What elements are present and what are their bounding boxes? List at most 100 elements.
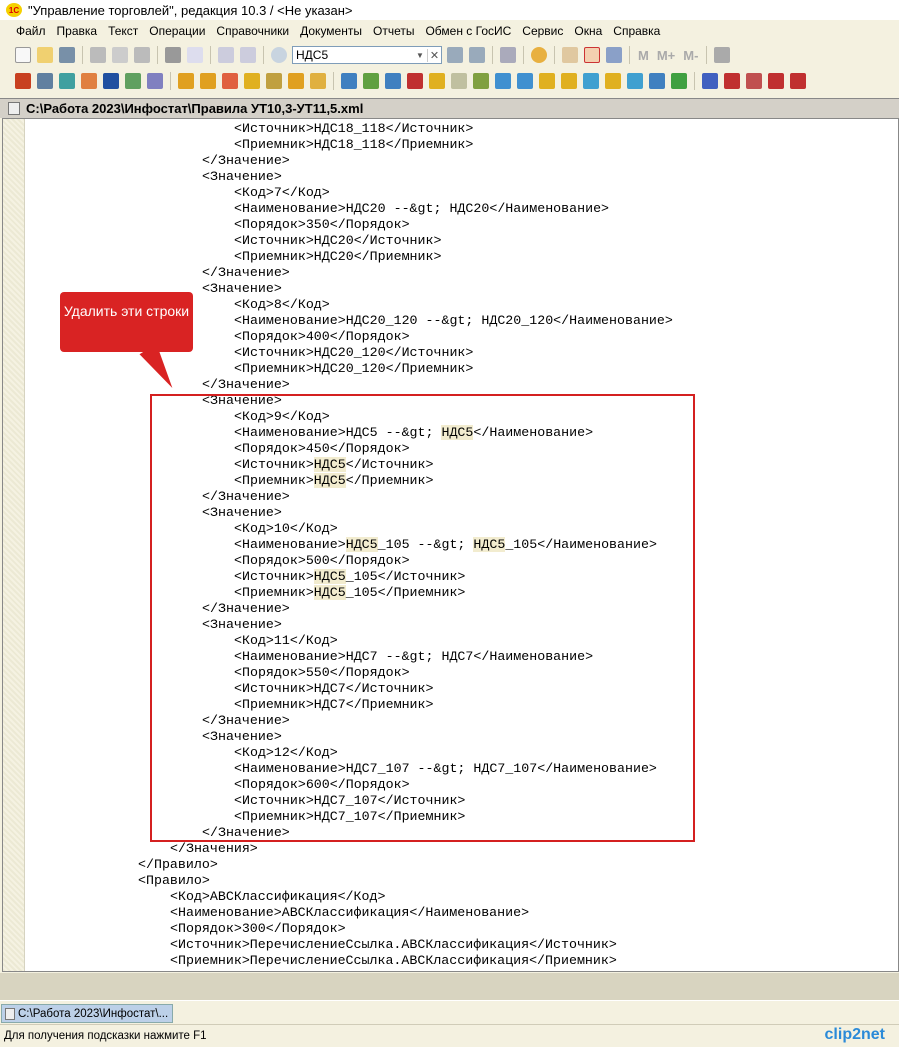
redo-icon[interactable] [240, 47, 256, 63]
menu-bar: Файл Правка Текст Операции Справочники Докуме… [0, 20, 899, 42]
toolbar-action-icon[interactable] [15, 73, 31, 89]
window-tab-label: C:\Работа 2023\Инфостат\... [18, 1007, 169, 1020]
toolbar-action-icon[interactable] [81, 73, 97, 89]
find-previous-icon[interactable] [469, 47, 485, 63]
toolbar-action-icon[interactable] [288, 73, 304, 89]
code-line: <Код>8</Код> [234, 297, 330, 313]
toolbar-action-icon[interactable] [583, 73, 599, 89]
open-folder-icon[interactable] [37, 47, 53, 63]
user-lock-icon[interactable] [606, 47, 622, 63]
memory-button[interactable]: M [638, 48, 649, 63]
find-next-icon[interactable] [447, 47, 463, 63]
toolbar-action-icon[interactable] [605, 73, 621, 89]
save-icon[interactable] [59, 47, 75, 63]
menu-item[interactable]: Сервис [522, 24, 563, 38]
code-line: </Значения> [170, 841, 258, 857]
toolbar-action-icon[interactable] [539, 73, 555, 89]
document-title: C:\Работа 2023\Инфостат\Правила УТ10,3-У… [26, 101, 364, 116]
paste-icon[interactable] [134, 47, 150, 63]
print-preview-icon[interactable] [187, 47, 203, 63]
memory-plus-button[interactable]: M+ [657, 48, 675, 63]
toolbar-action-icon[interactable] [724, 73, 740, 89]
text-editor[interactable]: <Источник>НДС18_118</Источник> <Приемник>… [2, 118, 899, 972]
toolbar-action-icon[interactable] [517, 73, 533, 89]
watermark-brand: clip2net [824, 1026, 885, 1043]
search-icon[interactable] [271, 47, 287, 63]
info-icon[interactable] [531, 47, 547, 63]
toolbar-action-icon[interactable] [178, 73, 194, 89]
toolbar-action-icon[interactable] [266, 73, 282, 89]
toolbar-action-icon[interactable] [103, 73, 119, 89]
toolbar-action-icon[interactable] [147, 73, 163, 89]
wrench-icon[interactable] [714, 47, 731, 63]
chevron-down-icon[interactable]: ▼ [413, 51, 427, 60]
calendar-icon[interactable] [584, 47, 600, 63]
separator [170, 72, 171, 90]
callout-annotation: Удалить эти строки [60, 292, 193, 352]
calculator-icon[interactable] [562, 47, 578, 63]
print-icon[interactable] [165, 47, 181, 63]
menu-item[interactable]: Правка [57, 24, 98, 38]
toolbar-action-icon[interactable] [746, 73, 762, 89]
menu-item[interactable]: Справочники [216, 24, 289, 38]
toolbar-action-icon[interactable] [473, 73, 489, 89]
toolbar-action-icon[interactable] [310, 73, 326, 89]
code-line: <Источник>НДС20_120</Источник> [234, 345, 473, 361]
code-line: <Значение> [202, 169, 282, 185]
code-line: <Порядок>400</Порядок> [234, 329, 410, 345]
menu-item[interactable]: Справка [613, 24, 660, 38]
code-text: <Приемник>НДС20</Приемник> [234, 249, 442, 264]
clear-icon[interactable]: ✕ [427, 48, 441, 62]
document-icon [8, 102, 20, 115]
code-text: <Источник>ПеречислениеСсылка.АВСКлассифи… [170, 937, 617, 952]
separator [210, 46, 211, 64]
toolbar-action-icon[interactable] [200, 73, 216, 89]
toolbar-action-icon[interactable] [429, 73, 445, 89]
menu-item[interactable]: Отчеты [373, 24, 414, 38]
new-document-icon[interactable] [15, 47, 31, 63]
toolbar-action-icon[interactable] [790, 73, 806, 89]
toolbar-action-icon[interactable] [407, 73, 423, 89]
undo-icon[interactable] [218, 47, 234, 63]
separator [554, 46, 555, 64]
menu-item[interactable]: Окна [574, 24, 602, 38]
toolbar-action-icon[interactable] [495, 73, 511, 89]
code-line: </Значение> [202, 265, 290, 281]
menu-item[interactable]: Текст [108, 24, 138, 38]
separator [629, 46, 630, 64]
windows-icon[interactable] [500, 47, 516, 63]
code-line: <Приемник>НДС18_118</Приемник> [234, 137, 473, 153]
code-text: <Источник>НДС20_120</Источник> [234, 345, 474, 360]
menu-item[interactable]: Обмен с ГосИС [425, 24, 511, 38]
search-field[interactable]: ▼ ✕ [292, 46, 442, 64]
code-line: <Код>7</Код> [234, 185, 330, 201]
toolbar-action-icon[interactable] [561, 73, 577, 89]
toolbar-action-icon[interactable] [59, 73, 75, 89]
memory-minus-button[interactable]: M- [683, 48, 698, 63]
toolbar-action-icon[interactable] [768, 73, 784, 89]
toolbar-action-icon[interactable] [649, 73, 665, 89]
toolbar-action-icon[interactable] [222, 73, 238, 89]
separator [523, 46, 524, 64]
separator [492, 46, 493, 64]
menu-item[interactable]: Операции [149, 24, 205, 38]
copy-icon[interactable] [112, 47, 128, 63]
menu-item[interactable]: Документы [300, 24, 362, 38]
toolbar-action-icon[interactable] [451, 73, 467, 89]
toolbar-action-icon[interactable] [363, 73, 379, 89]
toolbar-action-icon[interactable] [341, 73, 357, 89]
toolbar-action-icon[interactable] [37, 73, 53, 89]
code-text: </Значение> [202, 153, 290, 168]
toolbar-action-icon[interactable] [702, 73, 718, 89]
cut-icon[interactable] [90, 47, 106, 63]
toolbar-action-icon[interactable] [244, 73, 260, 89]
search-input[interactable] [293, 48, 413, 62]
code-text: <Приемник>НДС18_118</Приемник> [234, 137, 474, 152]
window-tab[interactable]: C:\Работа 2023\Инфостат\... [1, 1004, 173, 1023]
code-line: </Значение> [202, 377, 290, 393]
toolbar-action-icon[interactable] [125, 73, 141, 89]
toolbar-action-icon[interactable] [385, 73, 401, 89]
toolbar-action-icon[interactable] [671, 73, 687, 89]
toolbar-action-icon[interactable] [627, 73, 643, 89]
menu-item[interactable]: Файл [16, 24, 46, 38]
